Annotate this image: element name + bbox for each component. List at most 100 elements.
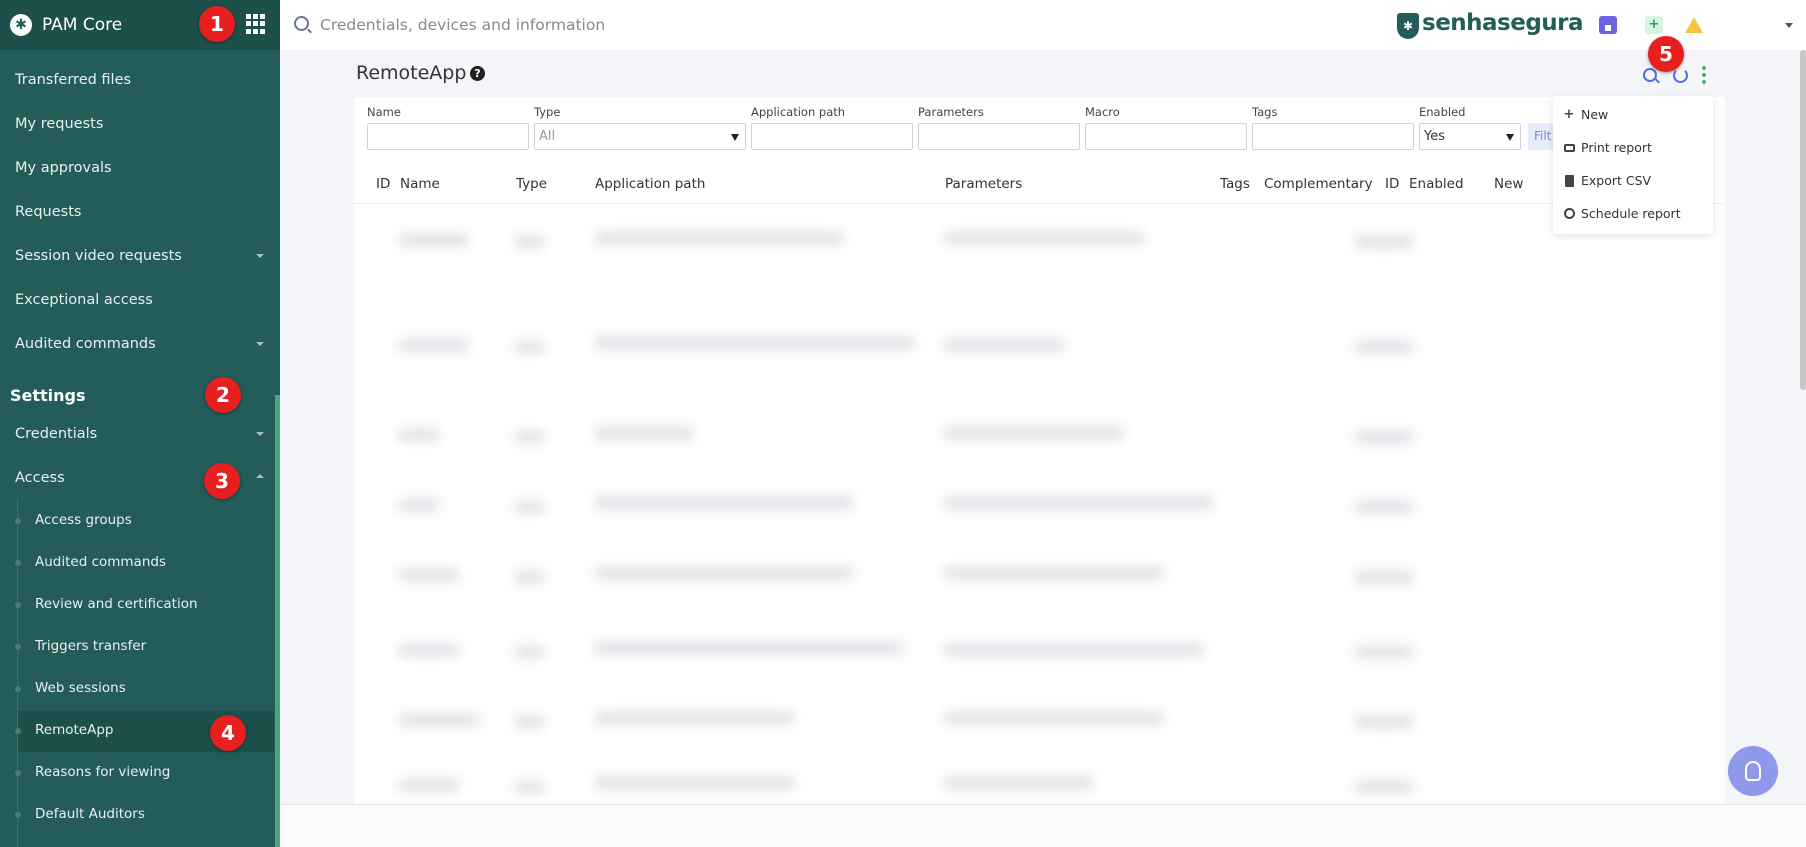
add-icon[interactable]: + bbox=[1645, 16, 1663, 34]
senhasegura-logo-text: senhasegura bbox=[1422, 10, 1584, 36]
column-header-parameters[interactable]: Parameters bbox=[945, 176, 1022, 192]
filter-parameters-input[interactable] bbox=[918, 123, 1080, 150]
menu-item-print-report-label: Print report bbox=[1581, 140, 1652, 155]
sidebar-subitem-default-auditors[interactable]: Default Auditors bbox=[35, 806, 145, 822]
menu-item-print-report[interactable]: Print report bbox=[1563, 140, 1652, 155]
sidebar-subitem-web-sessions[interactable]: Web sessions bbox=[35, 680, 126, 696]
sidebar-subitem-triggers-transfer[interactable]: Triggers transfer bbox=[35, 638, 146, 654]
help-lightbulb-button[interactable] bbox=[1728, 746, 1778, 796]
print-icon bbox=[1563, 142, 1575, 154]
sidebar-item-access[interactable]: Access bbox=[15, 470, 65, 486]
filter-tags-input[interactable] bbox=[1252, 123, 1414, 150]
home-icon[interactable] bbox=[1599, 16, 1617, 34]
menu-item-schedule-report[interactable]: Schedule report bbox=[1563, 206, 1681, 221]
table-header-divider bbox=[354, 203, 1725, 204]
sidebar-subitem-audited-commands[interactable]: Audited commands bbox=[35, 554, 166, 570]
brand-name[interactable]: PAM Core bbox=[42, 15, 122, 35]
more-options-icon[interactable] bbox=[1702, 66, 1706, 86]
chevron-down-icon[interactable] bbox=[1785, 23, 1793, 28]
top-bar: ✱ senhasegura + bbox=[280, 0, 1806, 50]
sidebar-item-credentials[interactable]: Credentials bbox=[15, 426, 97, 442]
clock-icon bbox=[1563, 208, 1575, 220]
menu-item-new[interactable]: + New bbox=[1563, 107, 1609, 122]
bullet-icon bbox=[15, 644, 21, 650]
page-title: RemoteApp bbox=[356, 62, 467, 84]
sidebar-subitem-remoteapp[interactable]: RemoteApp bbox=[35, 722, 113, 738]
pam-logo-icon[interactable]: ✱ bbox=[10, 14, 32, 36]
filter-enabled-select[interactable]: Yes bbox=[1419, 123, 1521, 150]
table-row[interactable] bbox=[354, 322, 1725, 382]
filter-application-path-input[interactable] bbox=[751, 123, 913, 150]
column-header-tags[interactable]: Tags bbox=[1220, 176, 1250, 192]
sidebar-subitem-review-and-certification[interactable]: Review and certification bbox=[35, 596, 198, 612]
sidebar-item-my-approvals[interactable]: My approvals bbox=[15, 160, 112, 176]
senhasegura-logo-icon: ✱ bbox=[1397, 13, 1419, 39]
sidebar-item-my-requests[interactable]: My requests bbox=[15, 116, 103, 132]
menu-item-export-csv-label: Export CSV bbox=[1581, 173, 1652, 188]
table-row[interactable] bbox=[354, 482, 1725, 542]
filter-label-application-path: Application path bbox=[751, 105, 846, 119]
table-row[interactable] bbox=[354, 412, 1725, 472]
filter-label-name: Name bbox=[367, 105, 401, 119]
filter-label-enabled: Enabled bbox=[1419, 105, 1466, 119]
table-row[interactable] bbox=[354, 697, 1725, 757]
column-header-type[interactable]: Type bbox=[516, 176, 547, 192]
menu-item-schedule-report-label: Schedule report bbox=[1581, 206, 1681, 221]
column-header-enabled[interactable]: Enabled bbox=[1409, 176, 1464, 192]
sidebar-item-audited-commands[interactable]: Audited commands bbox=[15, 336, 156, 352]
column-header-application-path[interactable]: Application path bbox=[595, 176, 705, 192]
help-icon[interactable]: ? bbox=[470, 66, 485, 81]
global-search-input[interactable] bbox=[320, 12, 820, 38]
column-header-new[interactable]: New bbox=[1494, 176, 1523, 192]
filter-label-macro: Macro bbox=[1085, 105, 1120, 119]
table-row[interactable] bbox=[354, 762, 1725, 803]
filter-label-parameters: Parameters bbox=[918, 105, 984, 119]
filter-name-input[interactable] bbox=[367, 123, 529, 150]
bullet-icon bbox=[15, 518, 21, 524]
sidebar-item-transferred-files[interactable]: Transferred files bbox=[15, 72, 131, 88]
bullet-icon bbox=[15, 770, 21, 776]
filter-enabled-value: Yes bbox=[1424, 129, 1445, 144]
warning-icon[interactable] bbox=[1685, 17, 1703, 33]
annotation-badge-5: 5 bbox=[1648, 36, 1684, 72]
chevron-up-icon[interactable] bbox=[256, 474, 264, 478]
chevron-down-icon[interactable] bbox=[256, 254, 264, 258]
sidebar-item-requests[interactable]: Requests bbox=[15, 204, 81, 220]
chevron-down-icon[interactable] bbox=[256, 432, 264, 436]
page-scrollbar[interactable] bbox=[1800, 50, 1806, 390]
bullet-icon bbox=[15, 602, 21, 608]
bullet-icon bbox=[15, 728, 21, 734]
bullet-icon bbox=[15, 812, 21, 818]
dropdown-arrow-icon bbox=[731, 134, 739, 141]
filter-label-tags: Tags bbox=[1252, 105, 1278, 119]
filter-type-select[interactable]: All bbox=[534, 123, 746, 150]
column-header-id[interactable]: ID bbox=[376, 176, 390, 192]
filter-label-type: Type bbox=[534, 105, 561, 119]
table-row[interactable] bbox=[354, 552, 1725, 612]
dropdown-arrow-icon bbox=[1506, 134, 1514, 141]
sidebar-item-session-video-requests[interactable]: Session video requests bbox=[15, 248, 182, 264]
file-icon bbox=[1563, 174, 1575, 187]
bullet-icon bbox=[15, 560, 21, 566]
sidebar-subitem-access-groups[interactable]: Access groups bbox=[35, 512, 132, 528]
remoteapp-table-card: Name Type All Application path Parameter… bbox=[354, 97, 1725, 803]
actions-dropdown-menu: + New Print report Export CSV Schedule r… bbox=[1553, 96, 1713, 234]
search-icon[interactable] bbox=[1643, 68, 1657, 82]
annotation-badge-4: 4 bbox=[210, 715, 246, 751]
refresh-icon[interactable] bbox=[1673, 68, 1688, 83]
sidebar-header: ✱ PAM Core bbox=[0, 0, 280, 50]
table-row[interactable] bbox=[354, 627, 1725, 687]
menu-item-export-csv[interactable]: Export CSV bbox=[1563, 173, 1651, 188]
sidebar-scrollbar[interactable] bbox=[275, 395, 280, 847]
column-header-complementary[interactable]: Complementary bbox=[1264, 176, 1373, 192]
sidebar-subitem-reasons-for-viewing[interactable]: Reasons for viewing bbox=[35, 764, 170, 780]
column-header-name[interactable]: Name bbox=[400, 176, 440, 192]
table-row[interactable] bbox=[354, 217, 1725, 277]
menu-item-new-label: New bbox=[1581, 107, 1609, 122]
column-header-complementary-id[interactable]: ID bbox=[1385, 176, 1399, 192]
chevron-down-icon[interactable] bbox=[256, 342, 264, 346]
sidebar-item-exceptional-access[interactable]: Exceptional access bbox=[15, 292, 153, 308]
apps-grid-icon[interactable] bbox=[246, 14, 266, 34]
filter-macro-input[interactable] bbox=[1085, 123, 1247, 150]
annotation-badge-2: 2 bbox=[205, 377, 241, 413]
